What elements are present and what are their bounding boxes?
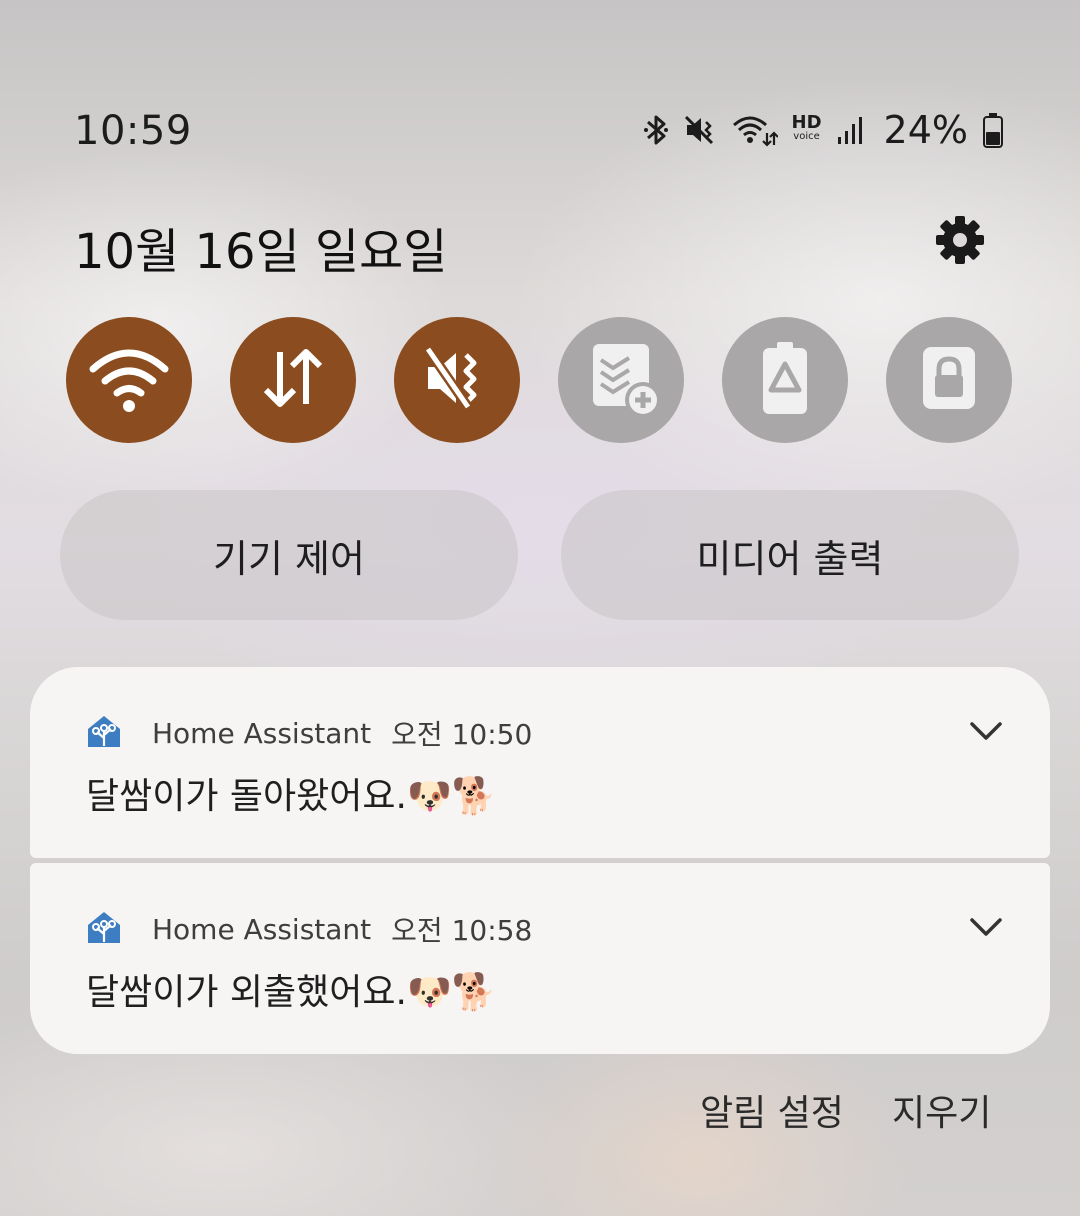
bluetooth-icon: [642, 113, 670, 147]
quick-toggles: [66, 317, 1014, 443]
wifi-data-icon: [732, 113, 778, 147]
power-saving-toggle[interactable]: [722, 317, 848, 443]
notification-time: 오전 10:50: [391, 718, 533, 751]
date-label: 10월 16일 일요일: [74, 224, 448, 280]
device-control-button[interactable]: 기기 제어: [60, 490, 518, 620]
notification-message: 달쌈이가 외출했어요.🐶🐕: [86, 972, 497, 1013]
notification-card[interactable]: Home Assistant 오전 10:58 달쌈이가 외출했어요.🐶🐕: [30, 863, 1050, 1054]
app-name: Home Assistant: [152, 716, 372, 750]
home-assistant-icon: [84, 909, 124, 949]
battery-percent: 24%: [883, 108, 968, 152]
sound-mode-toggle[interactable]: [394, 317, 520, 443]
notification-card[interactable]: Home Assistant 오전 10:50 달쌈이가 돌아왔어요.🐶🐕: [30, 667, 1050, 858]
clear-all-button[interactable]: 지우기: [892, 1084, 991, 1136]
notification-group: Home Assistant 오전 10:50 달쌈이가 돌아왔어요.🐶🐕 Ho…: [30, 667, 1050, 1054]
mute-icon: [422, 343, 492, 417]
notification-header: Home Assistant 오전 10:50: [84, 713, 532, 753]
hd-voice-icon: HD voice: [791, 112, 822, 143]
mobile-data-icon: [258, 346, 328, 414]
secure-folder-toggle[interactable]: [886, 317, 1012, 443]
status-time: 10:59: [74, 108, 192, 154]
signal-icon: [836, 115, 866, 145]
vibrate-mute-icon: [684, 113, 718, 147]
home-assistant-icon: [84, 713, 124, 753]
expand-button[interactable]: [964, 911, 1008, 947]
wifi-icon: [89, 343, 169, 417]
media-output-button[interactable]: 미디어 출력: [561, 490, 1019, 620]
secure-folder-icon: [919, 343, 979, 417]
wifi-toggle[interactable]: [66, 317, 192, 443]
power-saving-icon: [755, 340, 815, 420]
expand-button[interactable]: [964, 715, 1008, 751]
notification-message: 달쌈이가 돌아왔어요.🐶🐕: [86, 776, 497, 817]
add-tile-toggle[interactable]: [558, 317, 684, 443]
chevron-down-icon: [969, 721, 1003, 745]
add-tile-icon: [579, 336, 663, 424]
chevron-down-icon: [969, 917, 1003, 941]
battery-icon: [982, 112, 1004, 148]
notification-time: 오전 10:58: [391, 914, 533, 947]
settings-button[interactable]: [930, 212, 990, 272]
mobile-data-toggle[interactable]: [230, 317, 356, 443]
gear-icon: [934, 214, 986, 270]
app-name: Home Assistant: [152, 912, 372, 946]
notification-settings-link[interactable]: 알림 설정: [700, 1084, 844, 1136]
status-icons: HD voice 24%: [642, 104, 1004, 156]
notification-header: Home Assistant 오전 10:58: [84, 909, 532, 949]
